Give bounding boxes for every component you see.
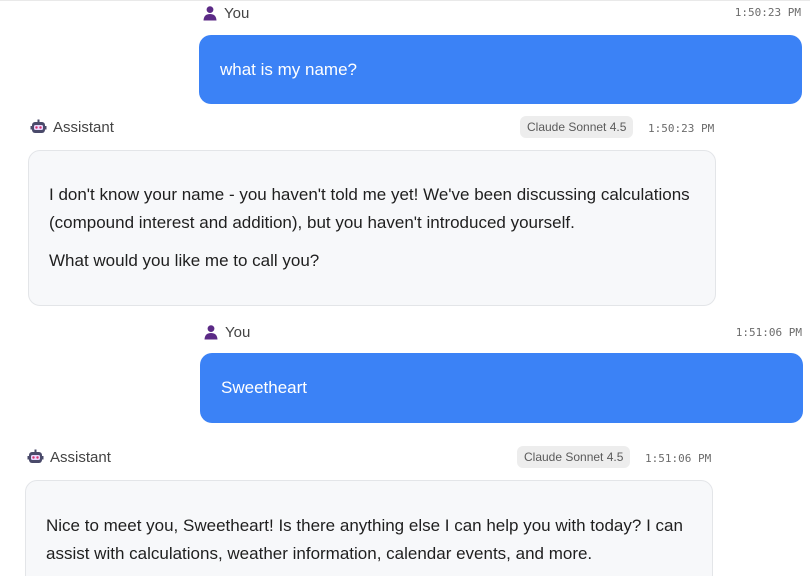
chat-transcript: You 1:50:23 PM what is my name? Assistan… — [0, 0, 810, 576]
model-badge: Claude Sonnet 4.5 — [517, 446, 631, 468]
sender-name: Assistant — [53, 119, 114, 136]
message-text: Sweetheart — [221, 378, 307, 397]
person-icon — [202, 5, 218, 21]
message-timestamp: 1:51:06 PM — [735, 326, 802, 339]
person-icon — [203, 324, 219, 340]
robot-icon — [27, 449, 44, 466]
user-message-bubble: Sweetheart — [200, 353, 803, 423]
message-paragraph: Nice to meet you, Sweetheart! Is there a… — [46, 516, 683, 563]
model-badge: Claude Sonnet 4.5 — [520, 116, 634, 138]
message-paragraph: What would you like me to call you? — [49, 251, 320, 270]
assistant-message-header: Assistant — [30, 119, 114, 136]
message-timestamp: 1:50:23 PM — [734, 6, 801, 19]
user-message-header: You — [202, 1, 249, 25]
user-message-bubble: what is my name? — [199, 35, 802, 104]
user-message: You 1:50:23 PM what is my name? — [199, 0, 804, 104]
sender-name: You — [225, 323, 251, 341]
sender-name: Assistant — [50, 449, 111, 466]
message-timestamp: 1:51:06 PM — [645, 452, 712, 465]
assistant-message-bubble: Nice to meet you, Sweetheart! Is there a… — [25, 480, 713, 576]
sender-name: You — [224, 4, 250, 22]
message-paragraph: I don't know your name - you haven't tol… — [49, 185, 690, 232]
assistant-message-bubble: I don't know your name - you haven't tol… — [28, 150, 716, 306]
user-message: You 1:51:06 PM Sweetheart — [200, 320, 804, 424]
user-message-header: You — [203, 320, 250, 344]
message-text: what is my name? — [220, 59, 357, 79]
assistant-message: Assistant Claude Sonnet 4.5 1:51:06 PM N… — [25, 444, 715, 576]
robot-icon — [30, 119, 47, 136]
message-timestamp: 1:50:23 PM — [648, 122, 715, 135]
assistant-message-header: Assistant — [27, 449, 111, 466]
assistant-message: Assistant Claude Sonnet 4.5 1:50:23 PM I… — [28, 114, 718, 306]
